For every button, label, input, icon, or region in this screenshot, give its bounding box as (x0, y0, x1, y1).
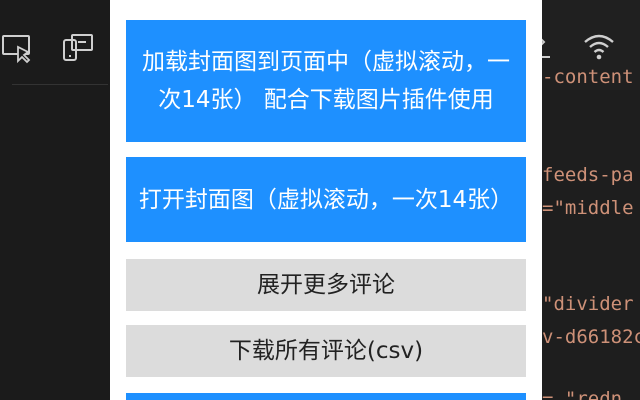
wifi-icon[interactable] (582, 30, 616, 62)
download-comments-button[interactable]: 下载所有评论(csv) (126, 325, 526, 377)
expand-comments-button[interactable]: 展开更多评论 (126, 259, 526, 311)
devtools-code-area: -content feeds-pa ="middle "divider v-d6… (542, 0, 640, 400)
code-line: feeds-pa (542, 164, 634, 186)
open-covers-button[interactable]: 打开封面图（虚拟滚动，一次14张） (126, 157, 526, 242)
code-line: ="middle (542, 197, 634, 219)
device-emulation-icon[interactable] (60, 30, 94, 64)
more-icon[interactable] (542, 30, 554, 62)
download-comments-label: 下载所有评论(csv) (228, 338, 424, 364)
expand-comments-label: 展开更多评论 (257, 272, 395, 298)
devtools-toolbar (0, 0, 110, 400)
code-line: "divider (542, 293, 634, 315)
inspect-icon[interactable] (0, 30, 34, 64)
code-line: -content (542, 66, 634, 88)
load-covers-button[interactable]: 加载封面图到页面中（虚拟滚动，一次14张） 配合下载图片插件使用 (126, 20, 526, 142)
next-action-button[interactable] (126, 393, 526, 400)
load-covers-label: 加载封面图到页面中（虚拟滚动，一次14张） 配合下载图片插件使用 (142, 49, 510, 113)
extension-popup: 加载封面图到页面中（虚拟滚动，一次14张） 配合下载图片插件使用 打开封面图（虚… (110, 0, 542, 400)
code-line: v-d66182c (542, 326, 640, 348)
code-line: = "redn (542, 388, 623, 400)
toolbar-divider (12, 84, 108, 85)
open-covers-label: 打开封面图（虚拟滚动，一次14张） (138, 186, 514, 213)
